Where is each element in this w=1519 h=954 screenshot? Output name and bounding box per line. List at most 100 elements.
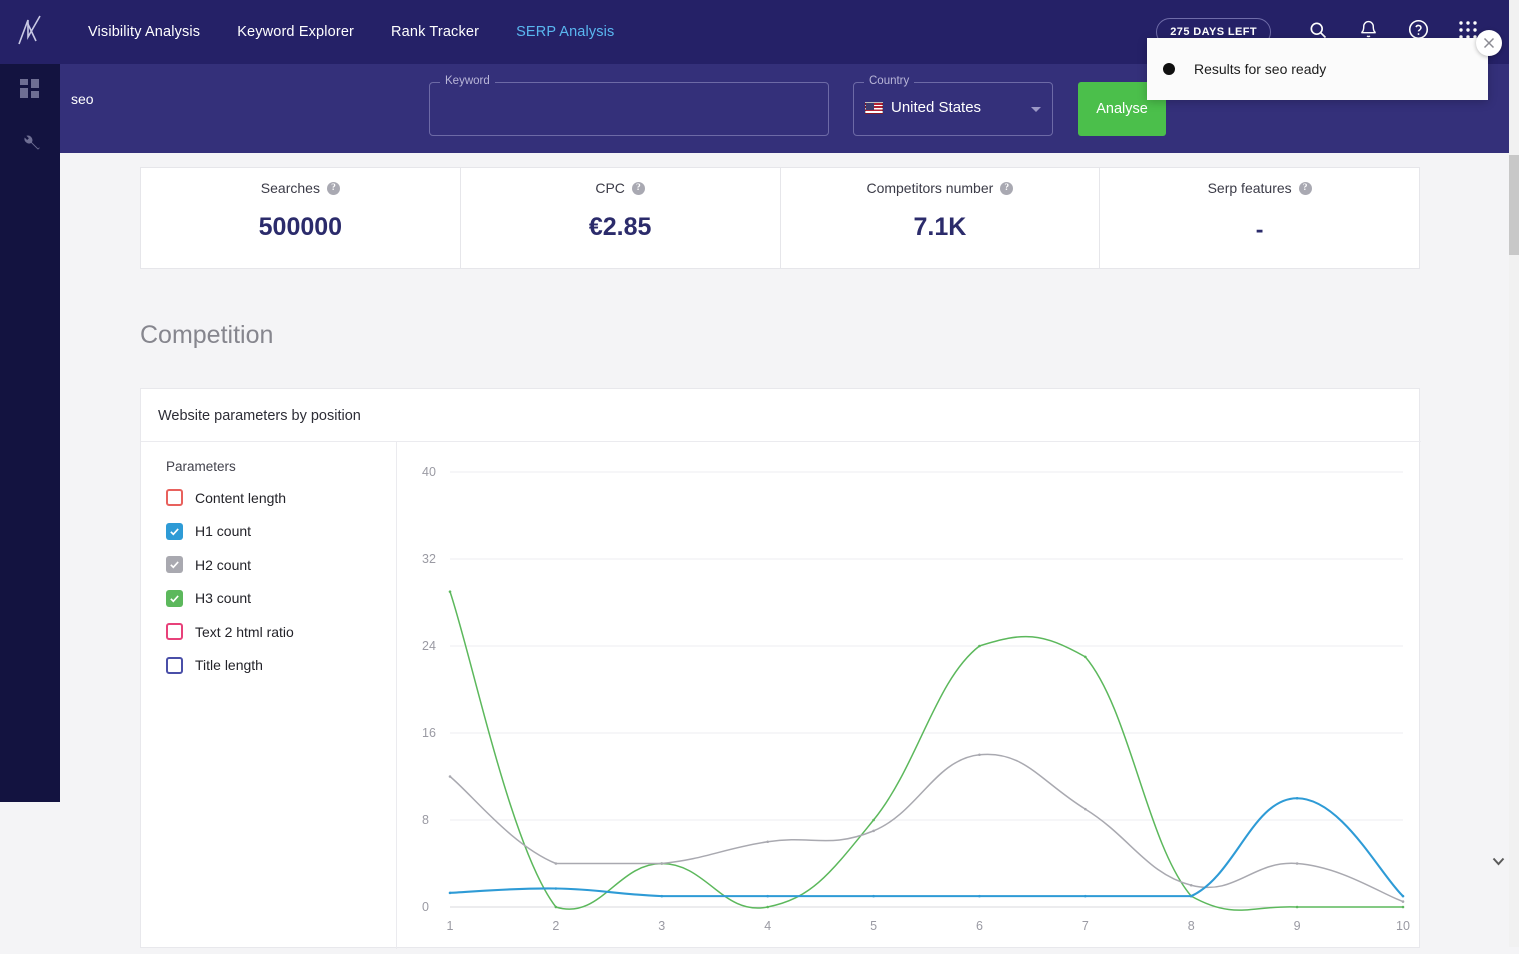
chevron-down-icon — [1492, 853, 1505, 870]
keyword-label: Keyword — [440, 75, 495, 87]
parameter-label: Title length — [195, 657, 263, 673]
help-icon[interactable]: ? — [632, 182, 645, 195]
help-icon[interactable]: ? — [1000, 182, 1013, 195]
chart-data-point[interactable] — [766, 840, 769, 843]
chevron-down-icon[interactable] — [1031, 107, 1041, 112]
chart-data-point[interactable] — [978, 753, 981, 756]
parameter-row-h1-count[interactable]: H1 count — [166, 523, 251, 540]
vertical-scrollbar[interactable] — [1509, 0, 1519, 947]
checkbox-icon[interactable] — [166, 657, 183, 674]
chart-data-point[interactable] — [872, 819, 875, 822]
country-name: United States — [891, 99, 981, 116]
country-select-value: United States — [865, 99, 981, 116]
chart-data-point[interactable] — [1402, 906, 1405, 909]
country-field-wrapper[interactable]: Country United States — [853, 82, 1053, 136]
zigzag-n-logo-icon — [15, 13, 45, 52]
chart-data-point[interactable] — [555, 906, 558, 909]
chart-data-point[interactable] — [1296, 906, 1299, 909]
grid-icon — [20, 79, 40, 104]
page-section-title: Competition — [140, 321, 273, 350]
x-axis-tick-label: 5 — [870, 919, 877, 933]
parameter-label: H2 count — [195, 557, 251, 573]
x-axis-tick-label: 3 — [658, 919, 665, 933]
chart-data-point[interactable] — [555, 887, 558, 890]
chart-data-point[interactable] — [660, 862, 663, 865]
metric-card-searches: Searches ? 500000 — [141, 168, 461, 268]
parameter-label: Content length — [195, 490, 286, 506]
chart-data-point[interactable] — [660, 895, 663, 898]
chart-data-point[interactable] — [766, 895, 769, 898]
left-sidebar — [0, 0, 60, 802]
chart-data-point[interactable] — [978, 645, 981, 648]
chart-data-point[interactable] — [1084, 656, 1087, 659]
nav-serp-analysis[interactable]: SERP Analysis — [516, 24, 614, 40]
sidebar-item-dashboard[interactable] — [0, 64, 60, 118]
chart-card: Website parameters by position Parameter… — [140, 388, 1420, 948]
chart-data-point[interactable] — [449, 775, 452, 778]
chart-svg: 081624324012345678910 — [397, 442, 1421, 949]
us-flag-icon — [865, 102, 883, 114]
toast-message: Results for seo ready — [1194, 61, 1326, 77]
checkbox-icon[interactable] — [166, 590, 183, 607]
chart-data-point[interactable] — [1296, 862, 1299, 865]
close-icon[interactable] — [1476, 30, 1502, 56]
sidebar-item-tools[interactable] — [0, 118, 60, 172]
parameter-row-title-length[interactable]: Title length — [166, 657, 263, 674]
parameters-title: Parameters — [166, 459, 236, 474]
help-icon[interactable]: ? — [1299, 182, 1312, 195]
country-label: Country — [864, 75, 914, 87]
chart-data-point[interactable] — [1190, 884, 1193, 887]
chart-data-point[interactable] — [1190, 895, 1193, 898]
wrench-icon — [20, 133, 40, 158]
x-axis-tick-label: 6 — [976, 919, 983, 933]
chart-data-point[interactable] — [872, 895, 875, 898]
nav-rank-tracker[interactable]: Rank Tracker — [391, 24, 479, 40]
parameter-row-h3-count[interactable]: H3 count — [166, 590, 251, 607]
metric-value: €2.85 — [589, 213, 652, 242]
keyword-input[interactable] — [71, 91, 441, 107]
chart-data-point[interactable] — [1296, 797, 1299, 800]
metric-label: Searches — [261, 180, 320, 196]
x-axis-tick-label: 8 — [1188, 919, 1195, 933]
line-chart[interactable]: 081624324012345678910 — [397, 442, 1421, 949]
help-icon[interactable]: ? — [327, 182, 340, 195]
parameter-row-h2-count[interactable]: H2 count — [166, 556, 251, 573]
chart-data-point[interactable] — [872, 830, 875, 833]
x-axis-tick-label: 2 — [552, 919, 559, 933]
chart-data-point[interactable] — [449, 892, 452, 895]
keyword-field-wrapper: Keyword — [429, 82, 829, 136]
metric-card-serp-features: Serp features ? - — [1100, 168, 1419, 268]
chart-data-point[interactable] — [555, 862, 558, 865]
scrollbar-thumb[interactable] — [1509, 155, 1519, 255]
parameter-row-text-2-html-ratio[interactable]: Text 2 html ratio — [166, 623, 294, 640]
checkbox-icon[interactable] — [166, 556, 183, 573]
chart-data-point[interactable] — [1402, 895, 1405, 898]
metric-label: Serp features — [1208, 180, 1292, 196]
main-nav: Visibility Analysis Keyword Explorer Ran… — [88, 0, 614, 64]
scroll-down-button[interactable] — [1492, 853, 1505, 871]
chart-data-point[interactable] — [766, 906, 769, 909]
x-axis-tick-label: 4 — [764, 919, 771, 933]
app-logo[interactable] — [0, 0, 60, 64]
chart-data-point[interactable] — [978, 895, 981, 898]
checkbox-icon[interactable] — [166, 489, 183, 506]
chart-data-point[interactable] — [1402, 900, 1405, 903]
metric-value: 500000 — [259, 213, 342, 242]
status-dot-icon — [1163, 63, 1175, 75]
chart-line-h2-count — [450, 754, 1403, 901]
chart-data-point[interactable] — [449, 590, 452, 593]
checkbox-icon[interactable] — [166, 523, 183, 540]
y-axis-tick-label: 24 — [422, 639, 436, 653]
parameter-label: H3 count — [195, 590, 251, 606]
y-axis-tick-label: 40 — [422, 465, 436, 479]
metric-card-competitors-number: Competitors number ? 7.1K — [781, 168, 1101, 268]
nav-keyword-explorer[interactable]: Keyword Explorer — [237, 24, 354, 40]
checkbox-icon[interactable] — [166, 623, 183, 640]
chart-data-point[interactable] — [1084, 808, 1087, 811]
y-axis-tick-label: 32 — [422, 552, 436, 566]
parameter-row-content-length[interactable]: Content length — [166, 489, 286, 506]
chart-data-point[interactable] — [1084, 895, 1087, 898]
metric-card-cpc: CPC ? €2.85 — [461, 168, 781, 268]
nav-visibility-analysis[interactable]: Visibility Analysis — [88, 24, 200, 40]
notification-toast: Results for seo ready — [1147, 38, 1488, 100]
